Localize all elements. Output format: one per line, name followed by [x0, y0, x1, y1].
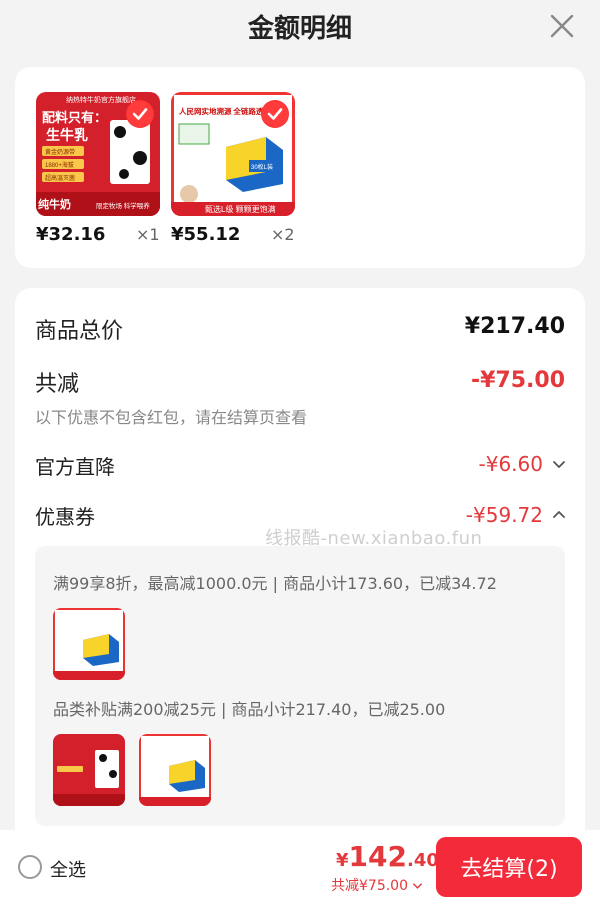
chevron-up-icon[interactable] — [551, 506, 567, 522]
thumb-bottom: 纯牛奶 — [38, 197, 71, 211]
thumb-bottom2: 限定牧场 科学喂养 — [96, 201, 150, 210]
currency-symbol: ¥ — [336, 850, 349, 871]
checkout-button[interactable]: 去结算(2) — [436, 837, 582, 897]
thumb-box-text: 30枚L装 — [251, 163, 273, 171]
coupon-details: 满99享8折，最高减1000.0元 | 商品小计173.60，已减34.72 品… — [35, 546, 565, 826]
discount-value: -¥75.00 — [470, 368, 565, 393]
page-title: 金额明细 — [247, 14, 352, 44]
thumb-tag-2: 1880+海拔 — [45, 161, 74, 169]
total-label: 商品总价 — [35, 319, 124, 344]
total-value: ¥217.40 — [464, 314, 565, 339]
checkout-bar: 全选 ¥142.40 共减¥75.00 去结算(2) — [0, 830, 600, 900]
check-icon — [261, 100, 289, 128]
price-decimal: .40 — [406, 850, 439, 871]
total-discount-text: 共减¥75.00 — [331, 878, 408, 894]
chevron-down-icon[interactable] — [551, 456, 567, 472]
discount-note: 以下优惠不包含红包，请在结算页查看 — [35, 408, 308, 427]
thumb-store-text: 纳热特牛奶官方旗舰店 — [66, 95, 136, 104]
thumb-tag-3: 超高温灭菌 — [45, 174, 75, 182]
thumb-bottom: 甄选L级 颗颗更饱满 — [205, 204, 276, 214]
thumb-tag-1: 黄金奶源带 — [45, 148, 75, 156]
select-all-radio[interactable] — [18, 855, 42, 879]
close-icon[interactable] — [548, 12, 576, 40]
product-item[interactable]: 人民网实地溯源 全链路透明品牌 30枚L装 甄选L级 颗颗更饱满 ¥55.12 … — [171, 92, 321, 252]
coupon-label[interactable]: 优惠券 — [35, 501, 95, 530]
thumb-headline2: 生牛乳 — [46, 127, 88, 143]
official-discount-label[interactable]: 官方直降 — [35, 451, 115, 480]
select-all-label[interactable]: 全选 — [50, 856, 86, 882]
product-thumbnail — [53, 608, 125, 680]
product-item[interactable]: 纳热特牛奶官方旗舰店 配料只有： 生牛乳 黄金奶源带 1880+海拔 超高温灭菌… — [36, 92, 186, 252]
discount-label: 共减 — [35, 372, 80, 397]
product-list: 纳热特牛奶官方旗舰店 配料只有： 生牛乳 黄金奶源带 1880+海拔 超高温灭菌… — [15, 67, 585, 268]
product-price: ¥55.12 — [171, 224, 241, 245]
product-quantity: ×1 — [136, 225, 160, 244]
price-breakdown: 商品总价 ¥217.40 共减 -¥75.00 以下优惠不包含红包，请在结算页查… — [15, 288, 585, 848]
check-icon — [126, 100, 154, 128]
official-discount-value[interactable]: -¥6.60 — [479, 452, 543, 476]
total-price: ¥142.40 — [336, 840, 439, 873]
total-discount-toggle[interactable]: 共减¥75.00 — [331, 875, 423, 895]
product-thumbnail — [139, 734, 211, 806]
price-integer: 142 — [348, 840, 407, 873]
product-quantity: ×2 — [271, 225, 295, 244]
header: 金额明细 — [0, 0, 600, 56]
chevron-down-icon — [413, 883, 423, 889]
product-price: ¥32.16 — [36, 224, 106, 245]
coupon-line: 满99享8折，最高减1000.0元 | 商品小计173.60，已减34.72 — [53, 574, 497, 593]
coupon-line: 品类补贴满200减25元 | 商品小计217.40，已减25.00 — [53, 700, 446, 719]
product-thumbnail — [53, 734, 125, 806]
thumb-headline: 配料只有： — [42, 110, 107, 125]
